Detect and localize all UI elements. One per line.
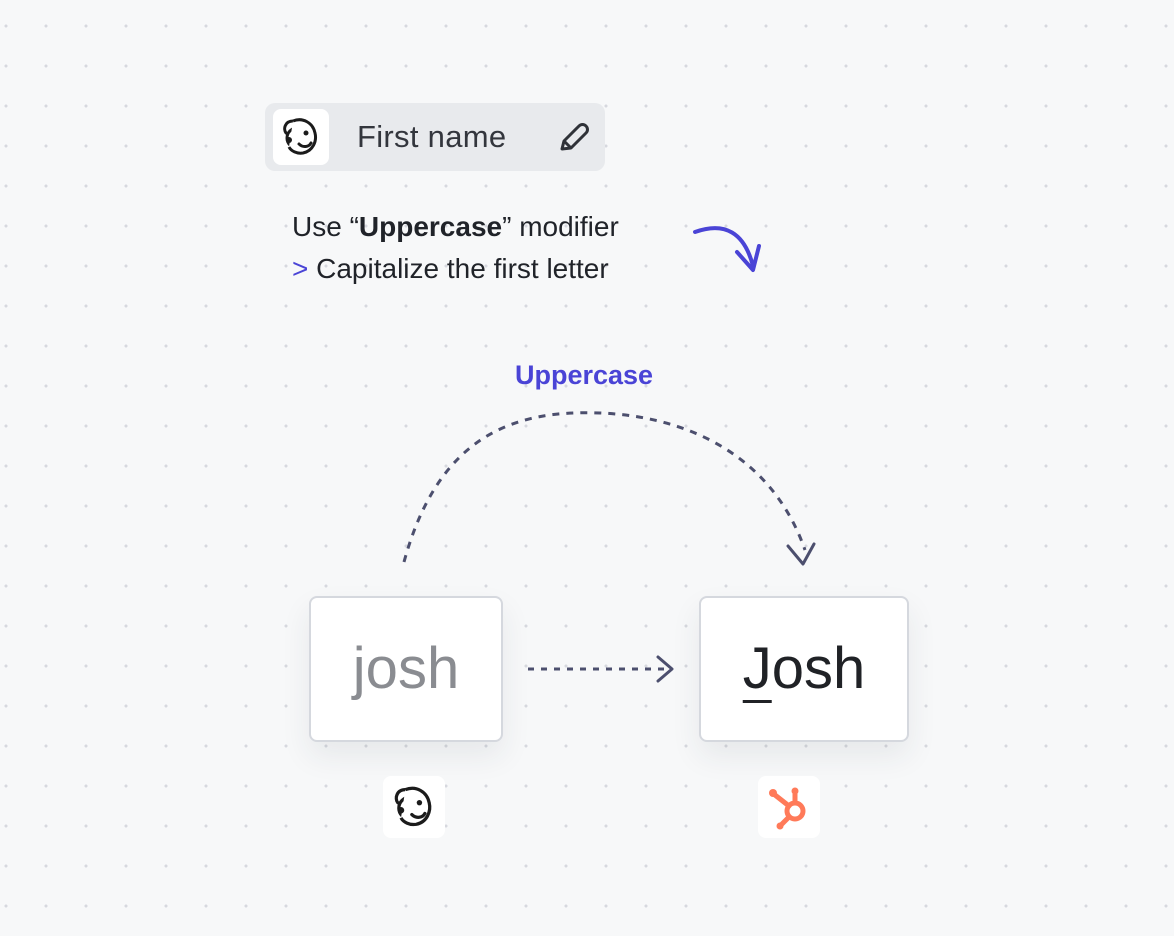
target-value-box: Josh: [699, 596, 909, 742]
hubspot-icon: [758, 776, 820, 838]
dashed-arrow-right: [528, 655, 674, 683]
target-rest: osh: [771, 636, 866, 701]
transform-arc: [402, 411, 816, 566]
mailchimp-icon: [383, 776, 445, 838]
source-value-box: josh: [309, 596, 503, 742]
diagram-connectors: [402, 226, 816, 683]
transform-label: Uppercase: [515, 360, 654, 390]
source-value: josh: [352, 636, 460, 701]
curved-arrow-icon: [693, 226, 761, 272]
target-first-letter: J: [742, 636, 772, 701]
